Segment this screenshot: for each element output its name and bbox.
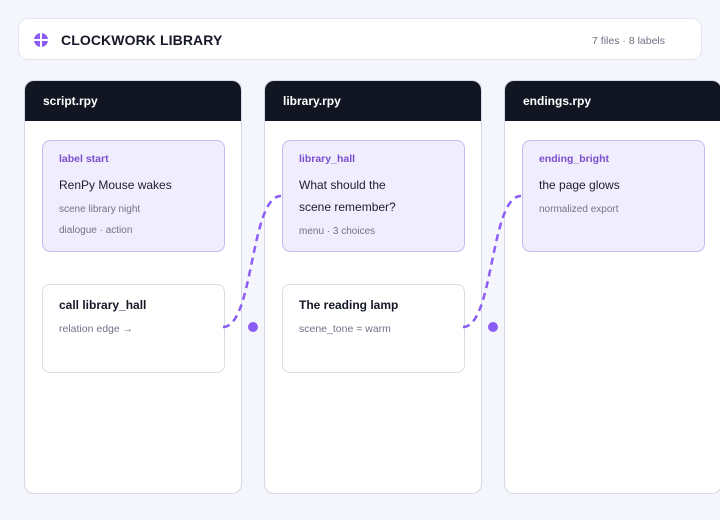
file-column-library: library.rpy library_hall What should the… xyxy=(264,80,482,494)
node-detail: relation edge → xyxy=(59,323,134,335)
label-card-library-hall[interactable]: library_hall What should the scene remem… xyxy=(282,140,465,252)
file-column-endings: endings.rpy ending_bright the page glows… xyxy=(504,80,720,494)
node-title: call library_hall xyxy=(59,298,147,312)
card-meta: dialogue · action xyxy=(59,225,133,236)
card-text-line: the page glows xyxy=(539,178,620,192)
card-text-line: What should the xyxy=(299,178,386,192)
label-tag: ending_bright xyxy=(539,153,609,165)
card-text-line: scene remember? xyxy=(299,200,396,214)
card-meta: normalized export xyxy=(539,204,619,215)
app-header: CLOCKWORK LIBRARY 7 files · 8 labels xyxy=(18,18,702,60)
scene-node-card[interactable]: The reading lamp scene_tone = warm xyxy=(282,284,465,373)
card-text: the page glows xyxy=(539,174,688,196)
node-detail: scene_tone = warm xyxy=(299,323,391,335)
label-tag: library_hall xyxy=(299,153,356,165)
card-meta: menu · 3 choices xyxy=(299,226,376,237)
file-column-script: script.rpy label start RenPy Mouse wakes… xyxy=(24,80,242,494)
node-title: The reading lamp xyxy=(299,298,399,312)
label-card-start[interactable]: label start RenPy Mouse wakes scene libr… xyxy=(42,140,225,252)
column-title[interactable]: library.rpy xyxy=(265,81,481,121)
column-title[interactable]: script.rpy xyxy=(25,81,241,121)
card-text: What should the scene remember? xyxy=(299,174,448,218)
app-title: CLOCKWORK LIBRARY xyxy=(61,32,223,48)
card-text: RenPy Mouse wakes xyxy=(59,174,208,196)
card-text-line: RenPy Mouse wakes xyxy=(59,178,172,192)
edge-handle-dot[interactable] xyxy=(488,322,498,332)
label-card-ending-bright[interactable]: ending_bright the page glows normalized … xyxy=(522,140,705,252)
label-tag: label start xyxy=(59,153,109,165)
call-node-card[interactable]: call library_hall relation edge → xyxy=(42,284,225,373)
edge-handle-dot[interactable] xyxy=(248,322,258,332)
card-meta: scene library night xyxy=(59,204,141,215)
column-title[interactable]: endings.rpy xyxy=(505,81,720,121)
file-label-stats: 7 files · 8 labels xyxy=(592,35,665,47)
plus-circle-icon xyxy=(34,33,48,47)
